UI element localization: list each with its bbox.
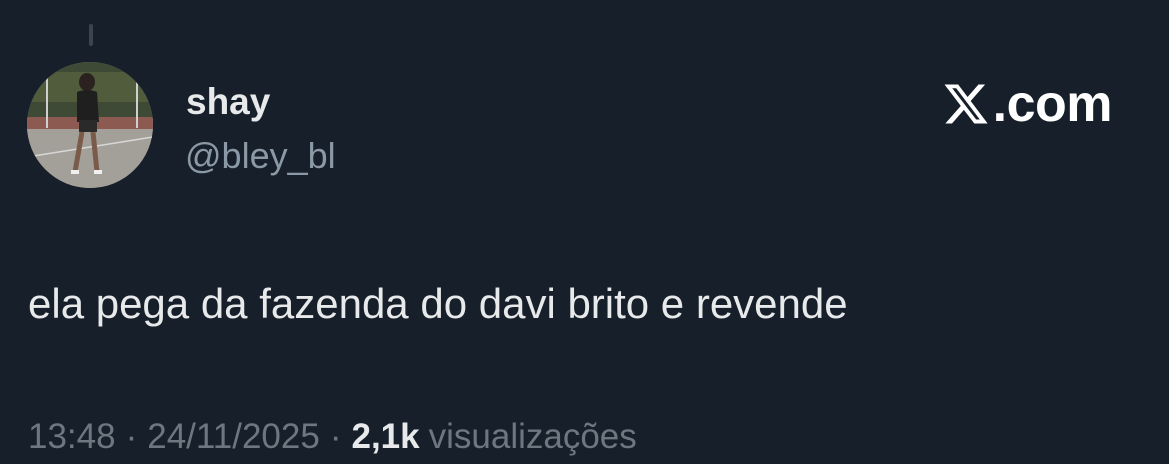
meta-separator: ·	[125, 417, 138, 456]
author-handle[interactable]: @bley_bl	[185, 134, 336, 178]
avatar[interactable]	[27, 62, 153, 188]
author-display-name[interactable]: shay	[186, 80, 270, 124]
x-logo-icon	[944, 84, 988, 124]
tweet-text: ela pega da fazenda do davi brito e reve…	[28, 280, 848, 327]
views-label: visualizações	[428, 417, 637, 456]
tweet-meta: 13:48 · 24/11/2025 · 2,1k visualizações	[28, 412, 637, 462]
tweet-date[interactable]: 24/11/2025	[147, 412, 320, 462]
meta-separator: ·	[329, 417, 342, 456]
brand-domain-text: .com	[992, 75, 1113, 133]
tweet-time[interactable]: 13:48	[28, 412, 116, 462]
views-count[interactable]: 2,1k	[351, 412, 419, 462]
thread-connector-line	[89, 24, 93, 46]
avatar-photo	[27, 62, 153, 188]
brand-watermark: .com	[941, 74, 1113, 134]
